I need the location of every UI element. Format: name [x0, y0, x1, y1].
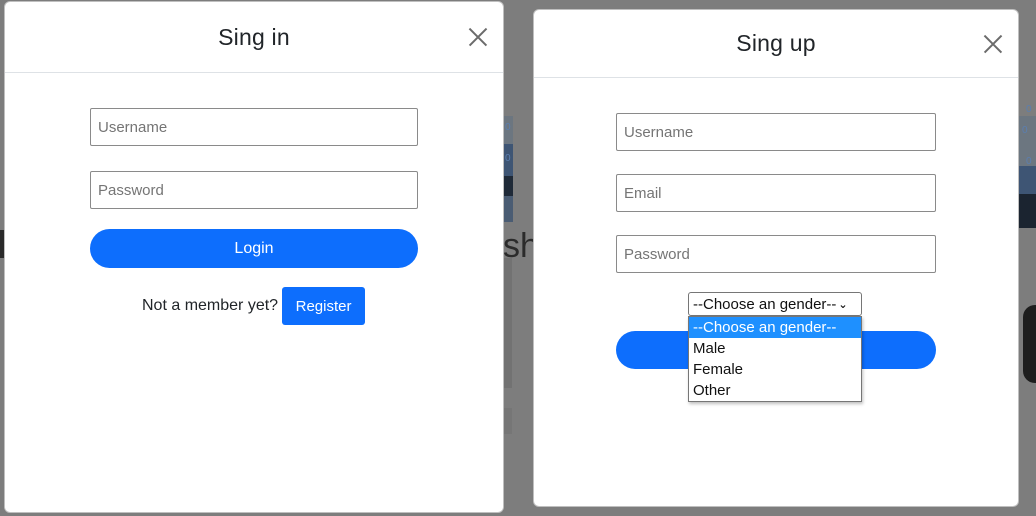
background-mark: 0 [505, 122, 511, 133]
gender-select[interactable]: --Choose an gender-- ⌄ [688, 292, 862, 316]
gender-option[interactable]: Female [689, 359, 861, 380]
register-button[interactable]: Register [282, 287, 366, 325]
login-button[interactable]: Login [90, 229, 418, 268]
signup-modal-header: Sing up [534, 10, 1018, 78]
close-icon[interactable] [467, 26, 489, 48]
signup-username-input[interactable]: Username [616, 113, 936, 151]
gender-dropdown-list: --Choose an gender-- Male Female Other [688, 316, 862, 402]
chevron-down-icon: ⌄ [838, 298, 848, 311]
background-panel [503, 258, 512, 388]
signup-modal: Sing up Username Email Password --Choose… [533, 9, 1019, 507]
background-mark: 0 [1026, 156, 1032, 167]
close-icon[interactable] [982, 33, 1004, 55]
background-mark: 0 [505, 153, 511, 164]
background-mark: 0 [1026, 104, 1032, 115]
signup-email-input[interactable]: Email [616, 174, 936, 212]
gender-option[interactable]: --Choose an gender-- [689, 317, 861, 338]
background-mark: 0 [1022, 125, 1028, 136]
gender-option[interactable]: Other [689, 380, 861, 401]
register-row: Not a member yet? Register [142, 287, 366, 325]
background-panel-low [503, 408, 512, 434]
register-prompt: Not a member yet? [142, 297, 279, 314]
signup-title: Sing up [736, 30, 816, 56]
signin-modal: Sing in Username Password Login Not a me… [4, 1, 504, 513]
background-dark-shape [1023, 305, 1036, 383]
signin-username-input[interactable]: Username [90, 108, 418, 146]
gender-select-value: --Choose an gender-- [693, 295, 837, 313]
signin-title: Sing in [218, 23, 290, 50]
signin-password-input[interactable]: Password [90, 171, 418, 209]
signin-modal-header: Sing in [5, 2, 503, 73]
gender-option[interactable]: Male [689, 338, 861, 359]
signup-password-input[interactable]: Password [616, 235, 936, 273]
